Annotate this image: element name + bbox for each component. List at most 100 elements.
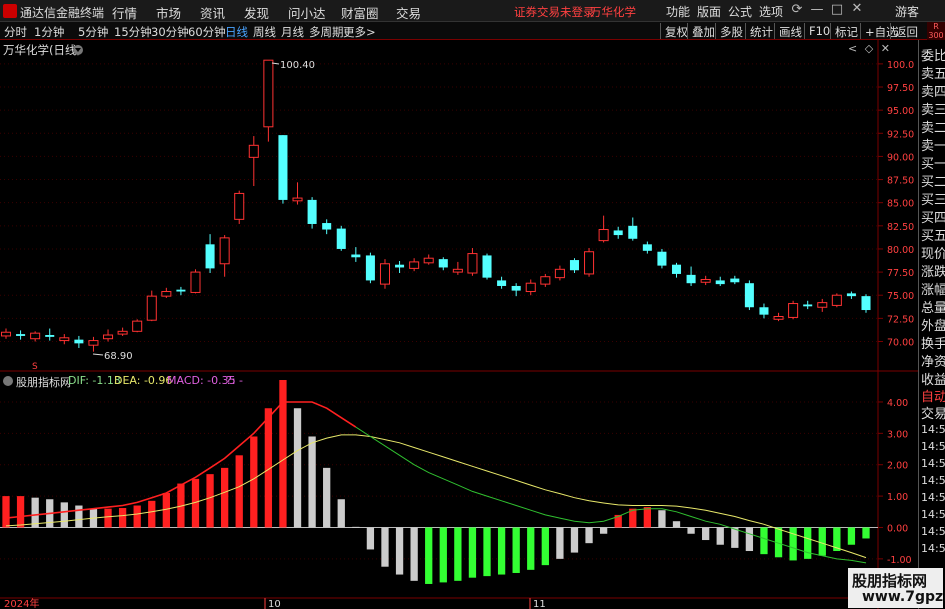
period-30min[interactable]: 30分钟 [151, 24, 189, 40]
menu-item-formula[interactable]: 公式 [728, 3, 752, 20]
menu-item-market[interactable]: 市场 [156, 3, 181, 22]
menu-item-options[interactable]: 选项 [759, 3, 783, 20]
chevron-down-icon[interactable] [73, 45, 83, 55]
index-badge[interactable]: R 300 [927, 22, 945, 40]
quote-label-volume: 总量 [921, 301, 945, 316]
period-daily[interactable]: 日线 [225, 24, 248, 40]
macd-axis-label: 0.00 [887, 523, 908, 534]
macd-bar [527, 527, 535, 570]
macd-bar [789, 527, 797, 561]
price-axis-label: 92.50 [887, 129, 914, 140]
minimize-icon[interactable]: — [808, 2, 826, 17]
macd-bar [16, 496, 25, 528]
quote-panel: 委比 卖五 卖四 卖三 卖二 卖一 买一 买二 买三 买四 买五 现价 涨跌 涨… [918, 40, 945, 609]
statistics-button[interactable]: 统计 [745, 23, 777, 39]
macd-bar [483, 527, 491, 577]
candle-body [831, 294, 842, 306]
macd-bar [556, 527, 564, 559]
quote-label-change: 涨跌 [921, 265, 945, 280]
close-panel-icon[interactable]: ✕ [881, 42, 890, 55]
period-5min[interactable]: 5分钟 [78, 24, 108, 40]
stock-chart-label: 万华化学(日线) [3, 43, 81, 57]
macd-bar [250, 436, 258, 528]
indicator-chevron-icon[interactable] [3, 376, 13, 386]
macd-bar [745, 527, 754, 552]
candle-body [248, 144, 259, 158]
tick-time: 14:56 [921, 423, 945, 436]
period-monthly[interactable]: 月线 [281, 24, 304, 40]
menu-item-function[interactable]: 功能 [666, 3, 690, 20]
macd-bar [75, 505, 83, 528]
back-button[interactable]: 返回 [890, 23, 922, 39]
maximize-icon[interactable]: □ [828, 2, 846, 17]
close-icon[interactable]: ✕ [848, 1, 866, 16]
period-timeshare[interactable]: 分时 [4, 24, 27, 40]
menu-item-discover[interactable]: 发现 [244, 3, 269, 22]
candle-body [861, 296, 871, 311]
period-more[interactable]: 更多> [343, 24, 376, 40]
candle-body [322, 223, 332, 230]
period-60min[interactable]: 60分钟 [188, 24, 226, 40]
period-15min[interactable]: 15分钟 [114, 24, 152, 40]
menu-item-trade[interactable]: 交易 [396, 3, 421, 22]
macd-bar [221, 467, 229, 528]
title-bar: 通达信金融终端 行情 市场 资讯 发现 问小达 财富圈 交易 证券交易未登录 万… [0, 0, 945, 22]
candle-body [569, 260, 579, 271]
macd-bar [206, 474, 214, 528]
macd-axis-label: 3.00 [887, 429, 908, 440]
tick-time: 14:56 [921, 474, 945, 487]
candle-body [817, 302, 828, 308]
macd-bar [381, 527, 389, 567]
macd-bar [308, 436, 316, 528]
candle-body [686, 274, 696, 284]
price-axis-label: 75.00 [887, 291, 914, 302]
guest-user[interactable]: 游客 [895, 3, 919, 20]
price-axis-label: 82.50 [887, 222, 914, 233]
candle-body [598, 229, 609, 242]
candle-body [219, 237, 230, 265]
period-weekly[interactable]: 周线 [253, 24, 276, 40]
watermark-url: www.7gpzb.com [862, 589, 945, 605]
draw-line-button[interactable]: 画线 [774, 23, 806, 39]
menu-item-wealth[interactable]: 财富圈 [341, 3, 379, 22]
quote-label-turnover: 换手 [921, 337, 945, 352]
macd-bar [570, 527, 579, 553]
diamond-icon[interactable]: ◇ [865, 42, 873, 55]
period-multi[interactable]: 多周期 [309, 24, 344, 40]
candle-body [336, 228, 346, 249]
period-toolbar: 分时 1分钟 5分钟 15分钟 30分钟 60分钟 日线 周线 月线 多周期 更… [0, 22, 945, 40]
quote-label-ask1: 卖一 [921, 139, 945, 154]
mark-button[interactable]: 标记 [830, 23, 862, 39]
menu-item-layout[interactable]: 版面 [697, 3, 721, 20]
candle-body [351, 254, 361, 258]
price-axis-label: 100.0 [887, 60, 914, 71]
menu-item-quotes[interactable]: 行情 [112, 3, 137, 22]
collapse-icon[interactable]: < [848, 42, 857, 55]
price-axis-label: 87.50 [887, 176, 914, 187]
candle-body [307, 199, 317, 224]
menu-item-ask[interactable]: 问小达 [288, 3, 326, 22]
quote-label-ask3: 卖三 [921, 103, 945, 118]
kline-chart[interactable]: 100.0 97.50 95.00 92.50 90.00 87.50 85.00 82.50… [0, 40, 918, 609]
candle-body [554, 268, 565, 279]
multi-stock-button[interactable]: 多股 [715, 23, 747, 39]
app-title: 通达信金融终端 [20, 6, 105, 20]
candle-body [759, 307, 769, 315]
macd-bar [118, 508, 127, 528]
period-1min[interactable]: 1分钟 [34, 24, 64, 40]
macd-bar [468, 527, 477, 578]
quote-label-bid1: 买一 [921, 157, 945, 172]
candle-body [88, 340, 99, 346]
chart-tools[interactable]: < ◇ ✕ [848, 42, 890, 55]
dea-value: DEA: -0.96 [114, 374, 173, 387]
candle-body [803, 304, 813, 307]
candle-body [234, 192, 245, 220]
dif-value: DIF: -1.13 [68, 374, 121, 387]
refresh-icon[interactable]: ⟳ [788, 2, 806, 17]
menu-item-news[interactable]: 资讯 [200, 3, 225, 22]
indicator-name[interactable]: 股朋指标网 [16, 374, 71, 390]
candle-body [395, 264, 405, 268]
candle-body [642, 244, 652, 251]
trade-label[interactable]: 交易 [921, 403, 945, 422]
broker-login-status[interactable]: 证券交易未登录 [514, 4, 595, 20]
